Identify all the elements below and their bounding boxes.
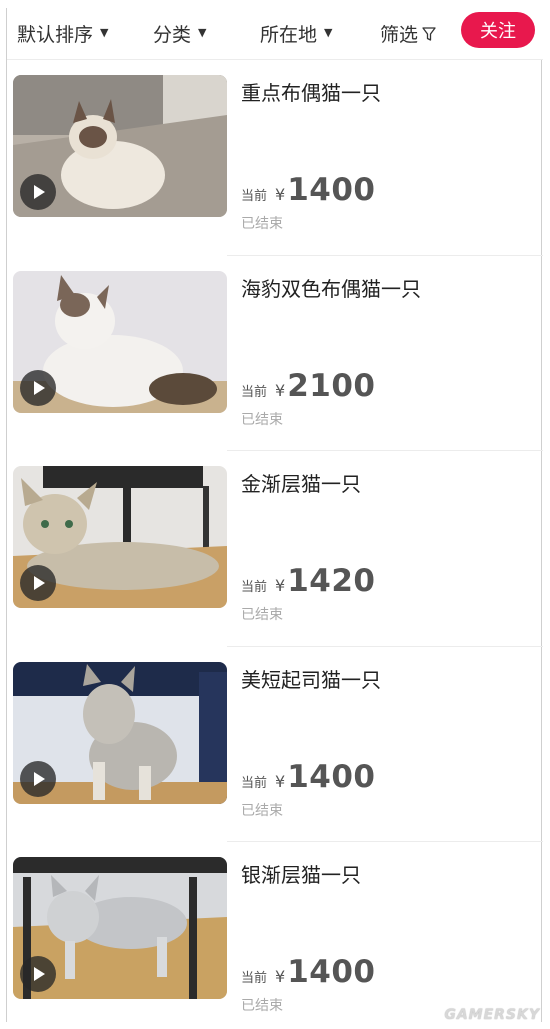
status-text: 已结束 — [241, 998, 283, 1014]
price-label: 当前 — [241, 384, 268, 400]
play-icon[interactable] — [20, 174, 56, 210]
list-item[interactable]: 美短起司猫一只 当前 ¥ 1400 已结束 — [13, 647, 543, 842]
filter-label: 筛选 — [380, 24, 419, 46]
price-row: 当前 ¥ 2100 — [241, 368, 375, 404]
caret-down-icon: ▼ — [324, 26, 333, 39]
caret-down-icon: ▼ — [198, 26, 207, 39]
item-title[interactable]: 美短起司猫一只 — [241, 664, 381, 693]
watermark: GAMERSKY — [444, 1007, 540, 1023]
list-item[interactable]: 海豹双色布偶猫一只 当前 ¥ 2100 已结束 — [13, 256, 543, 451]
location-label: 所在地 — [260, 24, 318, 46]
price-value: 1400 — [287, 954, 376, 990]
currency-symbol: ¥ — [275, 380, 286, 400]
play-icon[interactable] — [20, 369, 56, 406]
location-dropdown[interactable]: 所在地 ▼ — [260, 20, 332, 47]
status-text: 已结束 — [241, 802, 283, 819]
price-row: 当前 ¥ 1400 — [241, 172, 375, 208]
filter-button[interactable]: 筛选 — [380, 20, 436, 47]
price-value: 1400 — [287, 172, 376, 208]
sort-label: 默认排序 — [17, 24, 94, 46]
category-label: 分类 — [153, 24, 192, 46]
price-row: 当前 ¥ 1400 — [241, 759, 375, 795]
item-title[interactable]: 金渐层猫一只 — [241, 468, 361, 497]
currency-symbol: ¥ — [275, 185, 286, 204]
funnel-icon — [422, 26, 436, 41]
list-item[interactable]: 重点布偶猫一只 当前 ¥ 1400 已结束 — [13, 60, 543, 256]
status-text: 已结束 — [241, 607, 283, 623]
price-label: 当前 — [241, 580, 268, 595]
app-frame: 默认排序 ▼ 分类 ▼ 所在地 ▼ 筛选 关注 重点布偶猫一只 当前 ¥ 140… — [6, 8, 543, 1022]
currency-symbol: ¥ — [275, 771, 286, 791]
play-icon[interactable] — [20, 565, 56, 601]
price-label: 当前 — [241, 189, 268, 204]
price-value: 2100 — [287, 367, 376, 404]
price-value: 1400 — [287, 758, 376, 795]
price-row: 当前 ¥ 1400 — [241, 954, 375, 990]
list-item[interactable]: 金渐层猫一只 当前 ¥ 1420 已结束 — [13, 451, 543, 647]
list-item[interactable]: 银渐层猫一只 当前 ¥ 1400 已结束 — [13, 842, 543, 1029]
currency-symbol: ¥ — [275, 967, 286, 986]
caret-down-icon: ▼ — [100, 26, 109, 39]
item-title[interactable]: 重点布偶猫一只 — [241, 77, 381, 106]
cat-thumbnail[interactable] — [13, 857, 227, 999]
filter-bar: 默认排序 ▼ 分类 ▼ 所在地 ▼ 筛选 关注 — [7, 8, 543, 60]
price-row: 当前 ¥ 1420 — [241, 563, 375, 599]
cat-thumbnail[interactable] — [13, 466, 227, 608]
currency-symbol: ¥ — [275, 576, 286, 595]
follow-button[interactable]: 关注 — [461, 12, 535, 48]
price-value: 1420 — [287, 563, 376, 599]
cat-thumbnail[interactable] — [13, 75, 227, 217]
price-label: 当前 — [241, 971, 268, 986]
category-dropdown[interactable]: 分类 ▼ — [153, 20, 206, 47]
cat-thumbnail[interactable] — [13, 661, 227, 804]
cat-thumbnail[interactable] — [13, 270, 227, 413]
price-label: 当前 — [241, 775, 268, 791]
item-title[interactable]: 海豹双色布偶猫一只 — [241, 273, 421, 302]
play-icon[interactable] — [20, 956, 56, 992]
item-title[interactable]: 银渐层猫一只 — [241, 859, 361, 888]
play-icon[interactable] — [20, 760, 56, 797]
sort-dropdown[interactable]: 默认排序 ▼ — [17, 20, 108, 47]
status-text: 已结束 — [241, 411, 283, 428]
status-text: 已结束 — [241, 216, 283, 232]
listing-list: 重点布偶猫一只 当前 ¥ 1400 已结束 海豹双色布偶猫一只 当前 ¥ 210… — [7, 60, 543, 1029]
